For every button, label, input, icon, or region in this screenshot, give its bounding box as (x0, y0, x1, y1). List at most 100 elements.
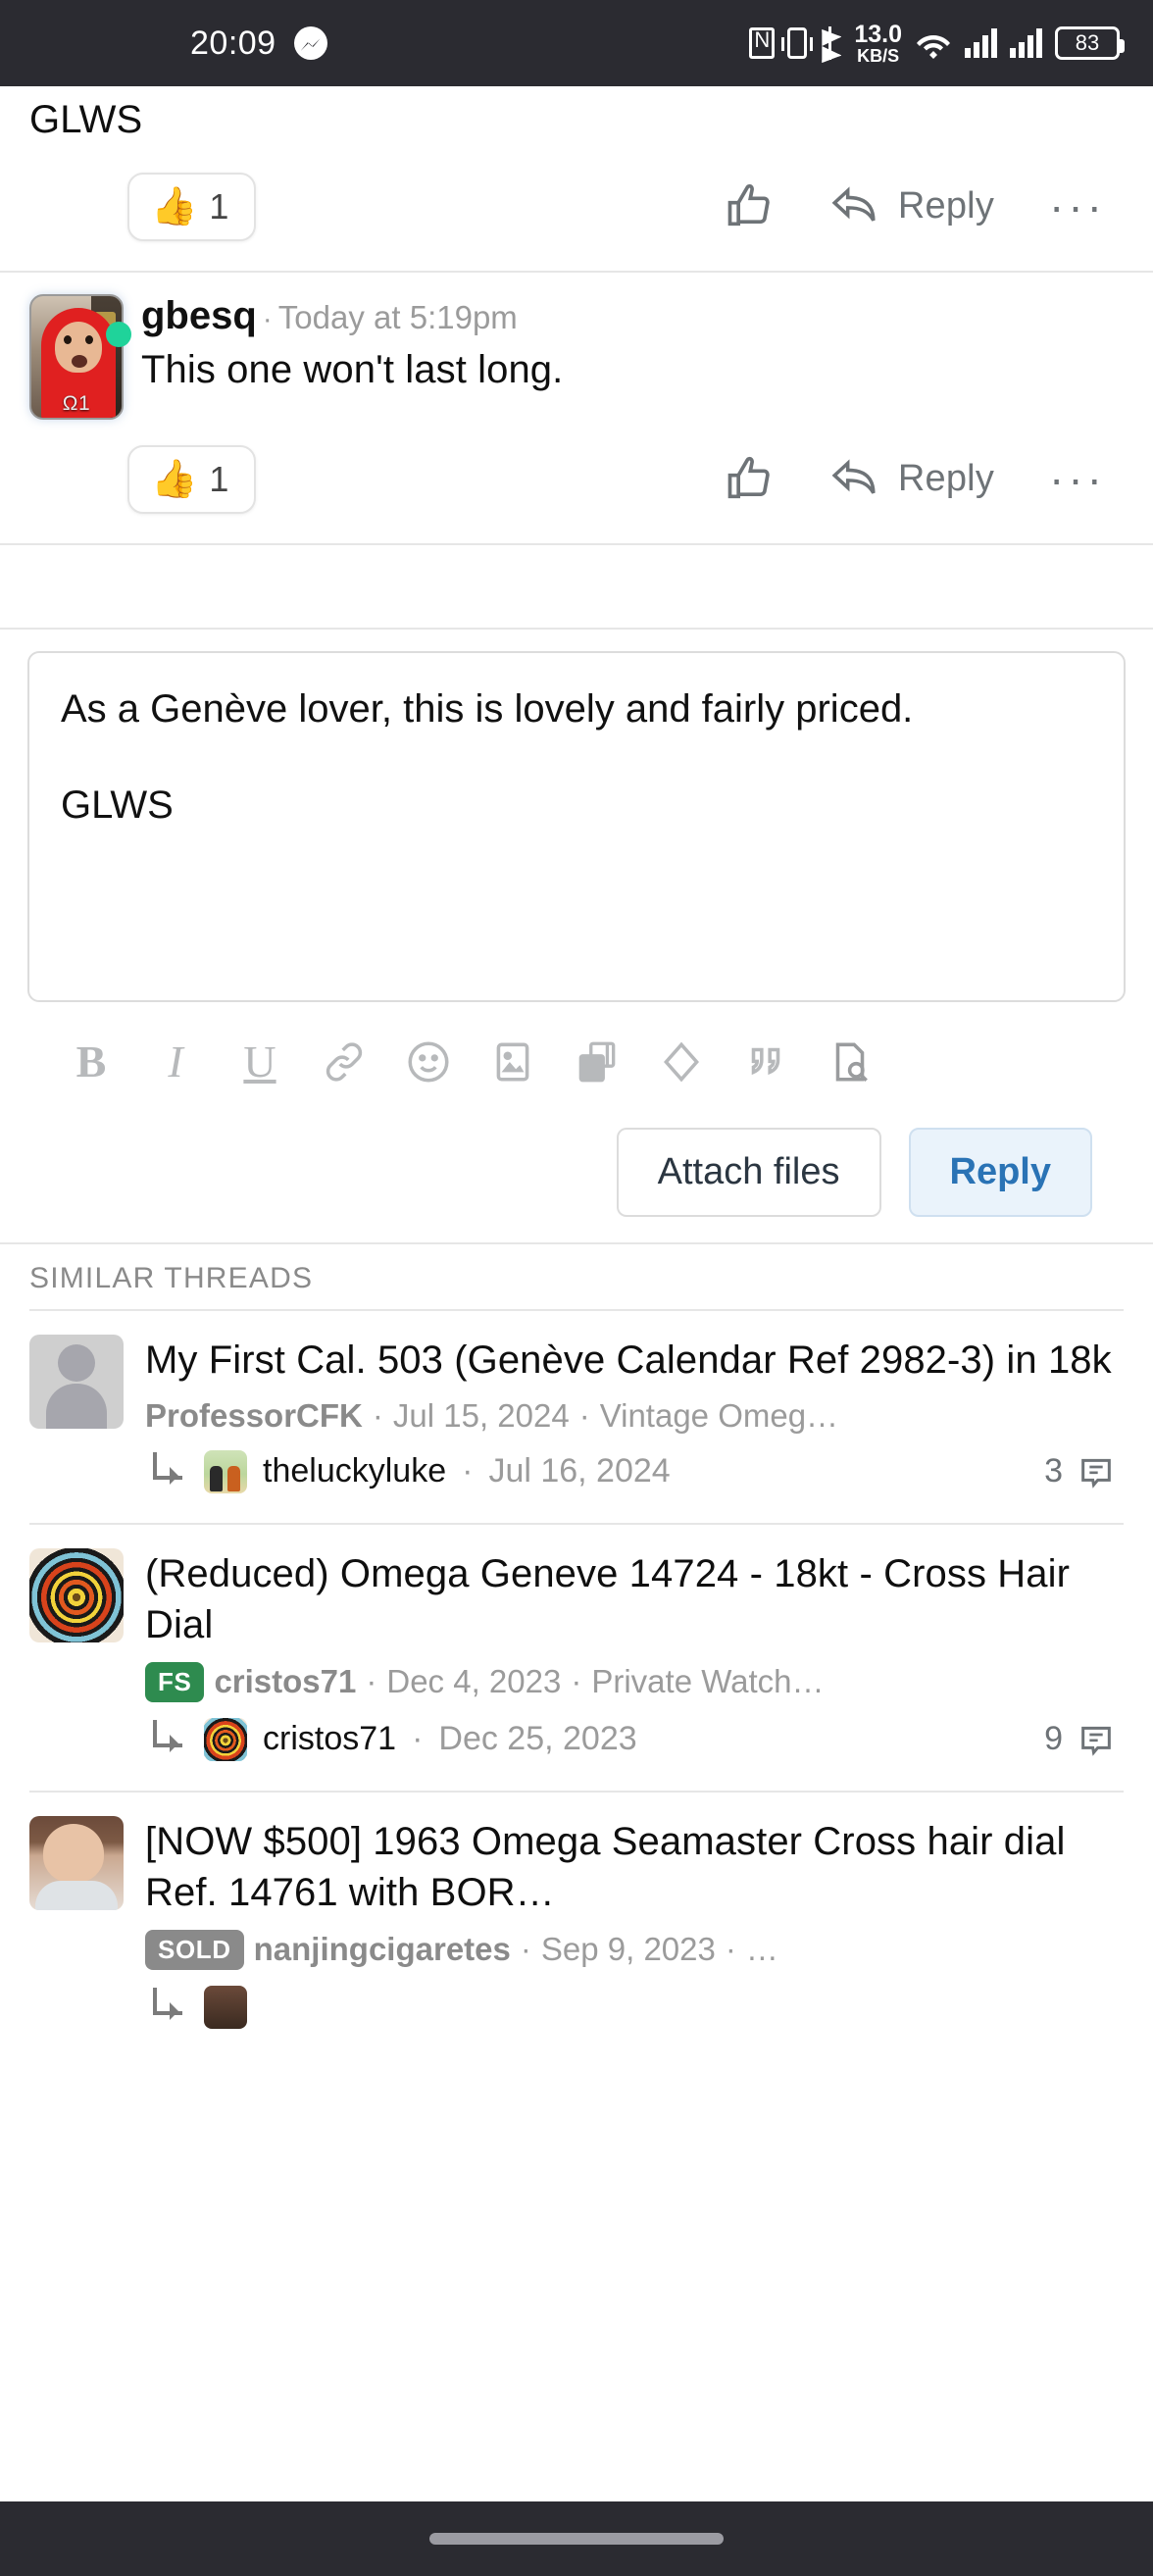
link-icon[interactable] (314, 1032, 375, 1092)
media-gallery-icon[interactable] (567, 1032, 627, 1092)
thread-reply-count: 9 (1044, 1720, 1126, 1759)
reaction-count: 1 (209, 458, 229, 499)
thread-main: (Reduced) Omega Geneve 14724 - 18kt - Cr… (145, 1548, 1126, 1761)
phone-screen: 20:09 13.0 KB/S 83 GLWS 👍 1 Reply ··· Ω1… (0, 0, 1153, 2576)
last-reply-avatar[interactable] (204, 1449, 247, 1493)
like-button[interactable] (724, 454, 775, 505)
last-reply-date: Jul 16, 2024 (488, 1452, 671, 1490)
status-bar-right: 13.0 KB/S 83 (749, 22, 1125, 66)
avatar-eye-right (85, 334, 93, 344)
thread-date: Dec 4, 2023 (386, 1663, 562, 1700)
more-options-icon[interactable]: ··· (1049, 183, 1106, 228)
last-reply-date: Dec 25, 2023 (438, 1720, 637, 1758)
meta-separator: · (366, 1663, 377, 1700)
thread-author[interactable]: ProfessorCFK (145, 1397, 363, 1435)
section-gap (0, 544, 1153, 628)
post-text: GLWS (29, 98, 143, 141)
status-bar-left: 20:09 (190, 25, 327, 63)
post-header: Ω1 gbesq · Today at 5:19pm This one won'… (0, 273, 1153, 420)
reaction-pill[interactable]: 👍 1 (127, 172, 257, 241)
nfc-icon (749, 25, 776, 59)
thread-main: [NOW $500] 1963 Omega Seamaster Cross ha… (145, 1816, 1126, 2029)
reply-arrow-icon (153, 1987, 182, 2020)
network-speed-unit: KB/S (857, 45, 900, 66)
reply-label: Reply (897, 185, 995, 227)
thumbs-up-emoji-icon: 👍 (151, 458, 198, 500)
thread-last-reply (145, 1985, 1126, 2029)
comment-bubble-icon (1081, 1726, 1111, 1756)
reaction-count: 1 (209, 185, 229, 227)
reply-count-value: 3 (1044, 1452, 1063, 1490)
similar-threads-section: SIMILAR THREADS My First Cal. 503 (Genèv… (0, 1241, 1153, 2046)
thread-author[interactable]: cristos71 (214, 1663, 356, 1700)
thread-last-reply: theluckyluke · Jul 16, 2024 3 (145, 1449, 1126, 1493)
last-reply-user[interactable]: theluckyluke (263, 1452, 446, 1490)
thread-row[interactable]: (Reduced) Omega Geneve 14724 - 18kt - Cr… (0, 1525, 1153, 1779)
post-actions: Reply ··· (724, 181, 1124, 232)
thread-thumbnail[interactable] (29, 1547, 124, 1642)
home-indicator[interactable] (429, 2533, 724, 2545)
bold-icon[interactable]: B (61, 1032, 122, 1092)
thread-title[interactable]: My First Cal. 503 (Genève Calendar Ref 2… (145, 1335, 1126, 1386)
post-content: gbesq · Today at 5:19pm This one won't l… (141, 294, 1124, 397)
post-timestamp[interactable]: Today at 5:19pm (278, 299, 518, 336)
post-message: GLWS (0, 86, 1153, 147)
meta-separator: · (725, 1931, 736, 1968)
thread-thumbnail[interactable] (29, 1815, 124, 1910)
thread-forum[interactable]: Private Watch… (591, 1663, 824, 1700)
thread-forum[interactable]: … (746, 1931, 778, 1968)
submit-reply-button[interactable]: Reply (908, 1127, 1092, 1217)
attach-files-button[interactable]: Attach files (616, 1127, 881, 1217)
reply-draft-line-2: GLWS (61, 783, 174, 827)
thread-forum[interactable]: Vintage Omeg… (600, 1397, 838, 1435)
bluetooth-icon (820, 26, 841, 60)
reply-button[interactable]: Reply (829, 183, 994, 230)
thread-thumbnail[interactable] (29, 1334, 124, 1429)
thread-row[interactable]: My First Cal. 503 (Genève Calendar Ref 2… (0, 1311, 1153, 1511)
meta-separator: · (372, 1396, 383, 1434)
reply-arrow-icon (831, 458, 876, 494)
last-reply-avatar[interactable] (204, 1985, 247, 2029)
meta-separator: · (578, 1396, 590, 1434)
last-reply-avatar[interactable] (204, 1717, 247, 1761)
like-button[interactable] (724, 181, 775, 232)
avatar-wrapper[interactable]: Ω1 (29, 293, 131, 420)
clear-formatting-icon[interactable] (651, 1032, 712, 1092)
image-icon[interactable] (482, 1032, 543, 1092)
post-meta: gbesq · Today at 5:19pm (141, 294, 1124, 338)
underline-icon[interactable]: U (229, 1032, 290, 1092)
thread-title[interactable]: (Reduced) Omega Geneve 14724 - 18kt - Cr… (145, 1548, 1126, 1650)
thread-row[interactable]: [NOW $500] 1963 Omega Seamaster Cross ha… (0, 1793, 1153, 2046)
reaction-pill[interactable]: 👍 1 (127, 444, 257, 514)
more-options-icon[interactable]: ··· (1049, 456, 1106, 501)
reply-label: Reply (897, 458, 995, 500)
thread-author[interactable]: nanjingcigaretes (254, 1931, 511, 1968)
online-status-dot (106, 321, 131, 347)
reply-button[interactable]: Reply (829, 456, 994, 503)
reply-draft-spacer (61, 735, 1092, 779)
thread-date: Jul 15, 2024 (392, 1396, 570, 1434)
thread-title[interactable]: [NOW $500] 1963 Omega Seamaster Cross ha… (145, 1816, 1126, 1918)
post-action-row: 👍 1 Reply ··· (0, 420, 1153, 543)
preview-icon[interactable] (820, 1032, 880, 1092)
vibrate-icon (781, 27, 814, 59)
signal-1-icon (965, 28, 997, 58)
signal-2-icon (1010, 28, 1042, 58)
post-author[interactable]: gbesq (141, 294, 257, 338)
thread-meta: FS cristos71 · Dec 4, 2023 · Private Wat… (145, 1661, 1126, 1702)
thread-meta: ProfessorCFK · Jul 15, 2024 · Vintage Om… (145, 1397, 1126, 1435)
meta-separator: · (571, 1663, 582, 1700)
reply-textarea[interactable]: As a Genève lover, this is lovely and fa… (27, 650, 1126, 1002)
last-reply-user[interactable]: cristos71 (263, 1720, 396, 1758)
italic-icon[interactable]: I (145, 1032, 206, 1092)
status-badge: FS (145, 1661, 205, 1702)
emoji-icon[interactable] (398, 1032, 459, 1092)
post-item: GLWS 👍 1 Reply ··· (0, 86, 1153, 273)
similar-threads-title: SIMILAR THREADS (0, 1241, 1153, 1309)
post-actions: Reply ··· (724, 454, 1124, 505)
thumbs-up-emoji-icon: 👍 (151, 185, 198, 227)
avatar[interactable]: Ω1 (29, 293, 124, 420)
meta-separator: · (412, 1720, 424, 1758)
reply-draft-line-1: As a Genève lover, this is lovely and fa… (61, 686, 914, 731)
quote-icon[interactable] (735, 1032, 796, 1092)
